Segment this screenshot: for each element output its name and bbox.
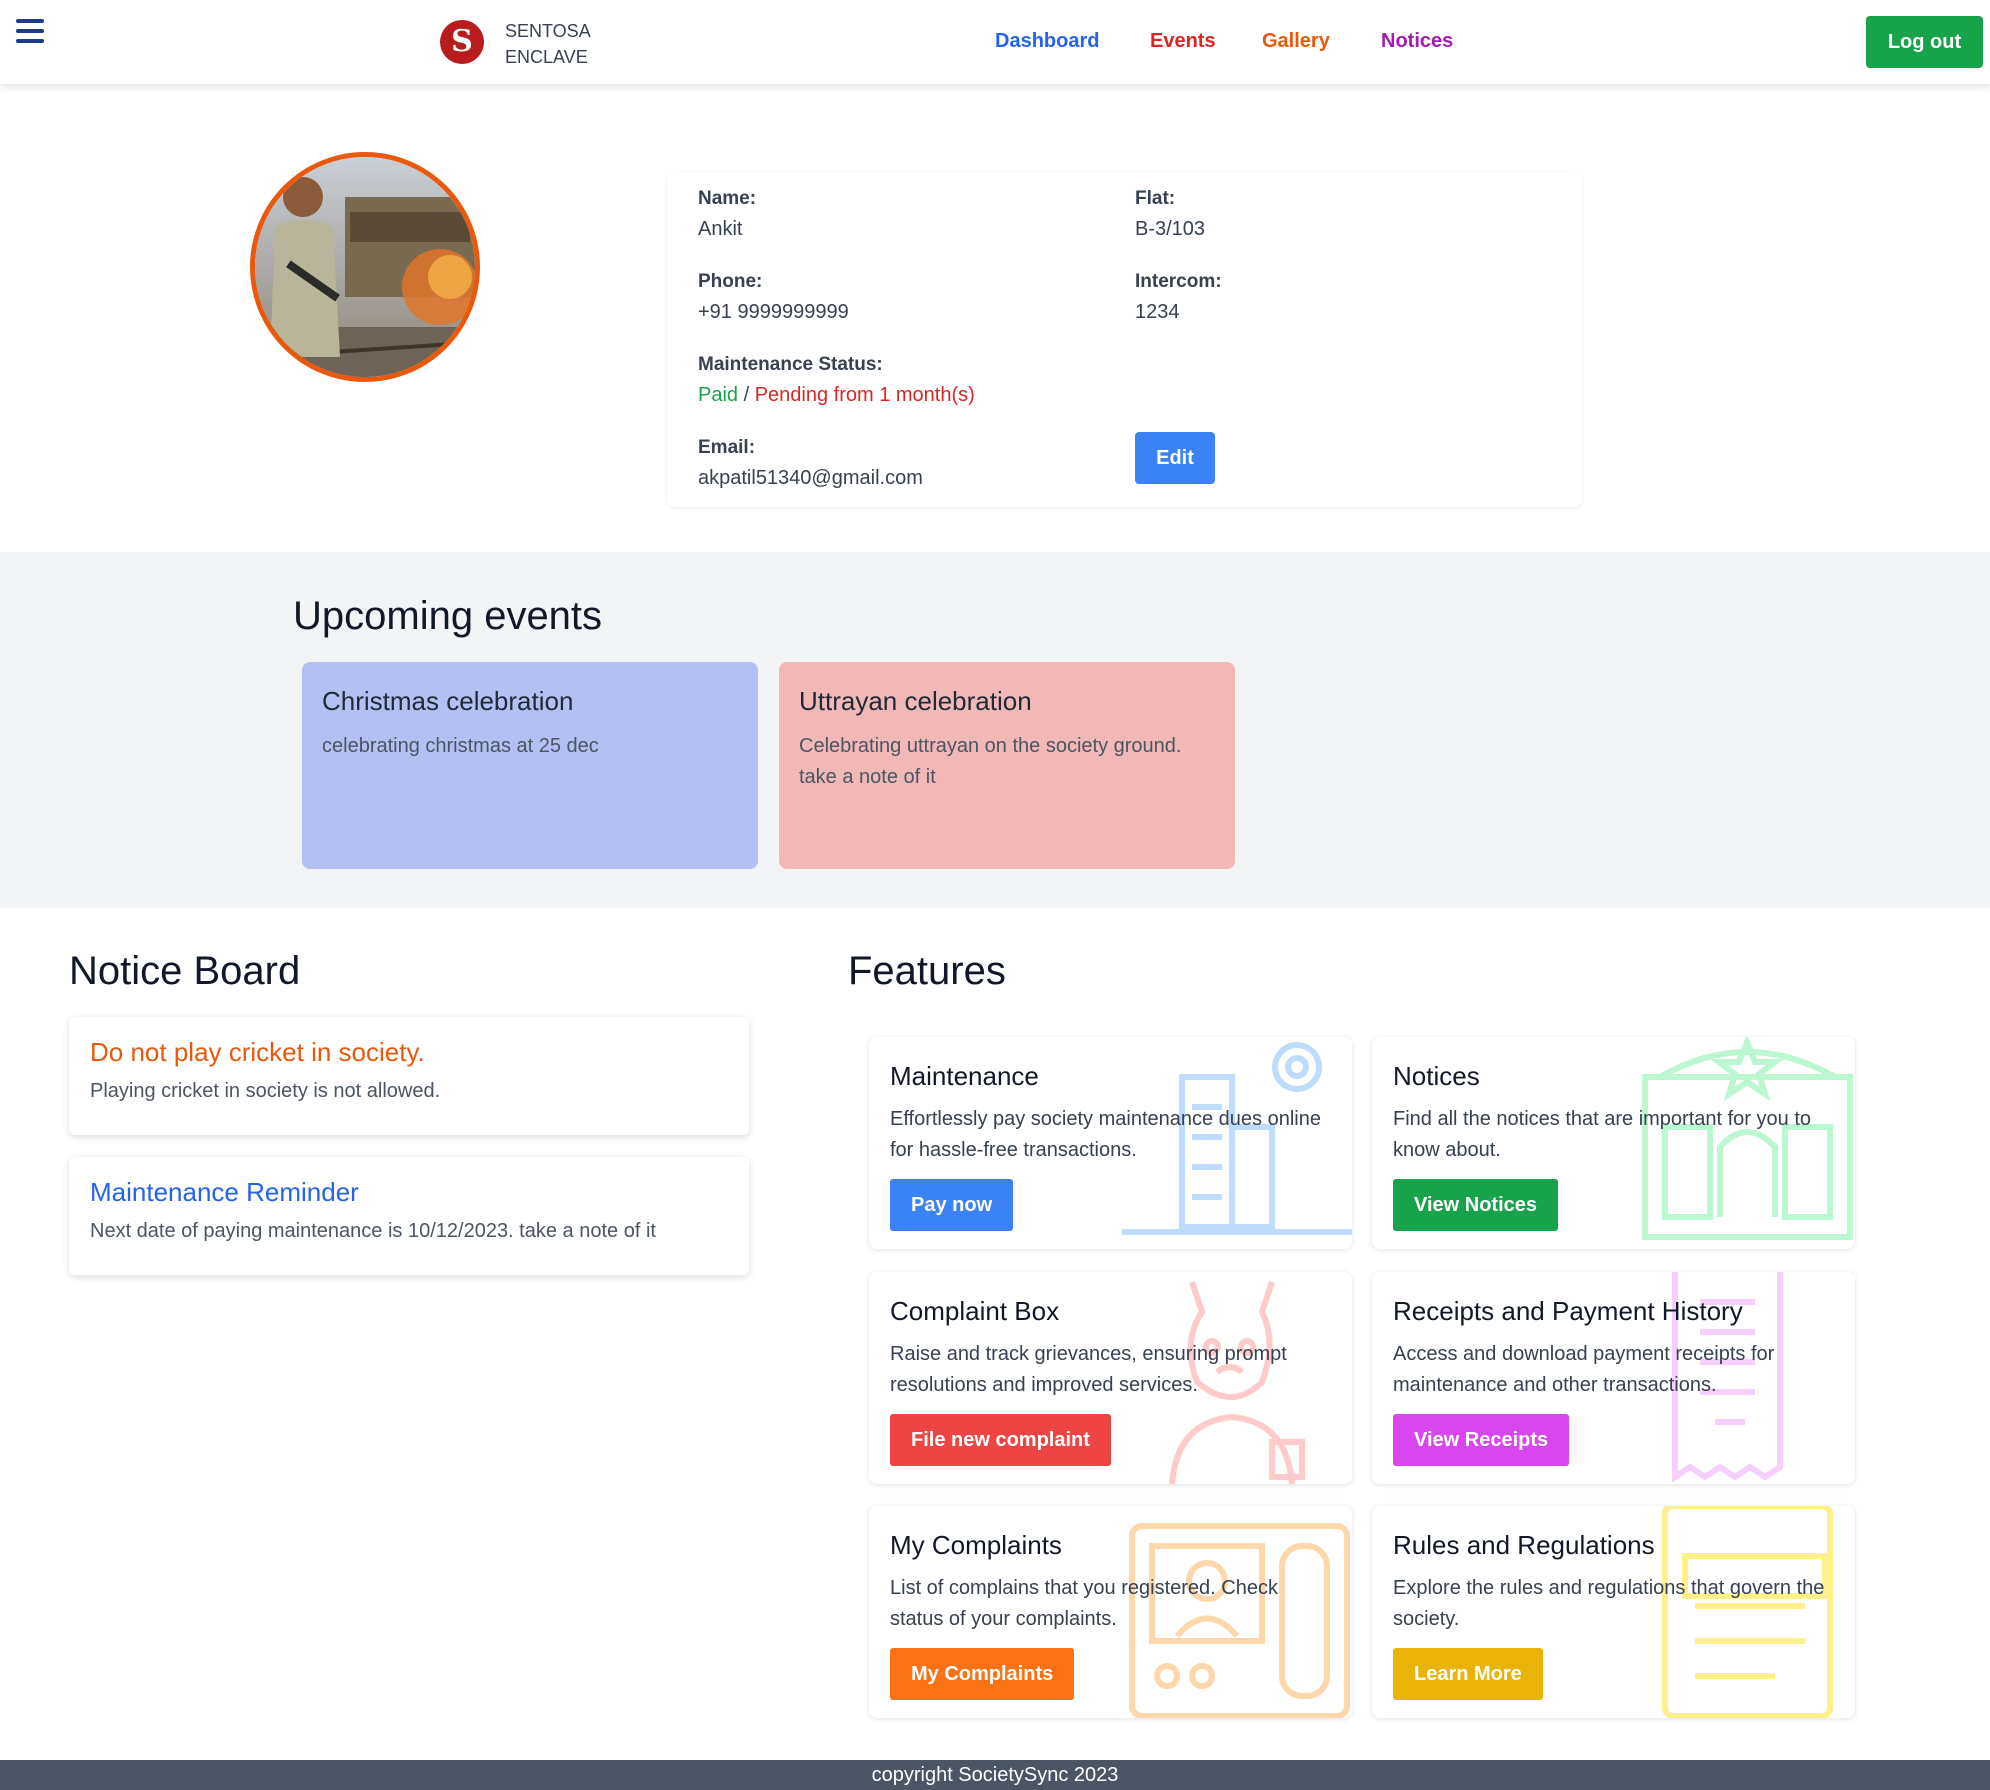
events-title: Upcoming events: [293, 594, 603, 638]
notice-description: Playing cricket in society is not allowe…: [90, 1080, 441, 1102]
hamburger-menu-icon[interactable]: [14, 16, 46, 46]
maintenance-status-label: Maintenance Status:: [698, 354, 883, 375]
notice-board-title: Notice Board: [69, 949, 301, 993]
view-notices-button[interactable]: View Notices: [1393, 1179, 1559, 1231]
logout-button[interactable]: Log out: [1866, 16, 1983, 68]
notice-description: Next date of paying maintenance is 10/12…: [90, 1220, 656, 1242]
intercom-label: Intercom:: [1135, 271, 1222, 292]
event-title: Uttrayan celebration: [799, 686, 1032, 716]
feature-card-notices: Notices Find all the notices that are im…: [1372, 1037, 1855, 1249]
features-title: Features: [848, 949, 1006, 993]
learn-more-button[interactable]: Learn More: [1393, 1648, 1543, 1700]
event-description: celebrating christmas at 25 dec: [322, 735, 599, 757]
maintenance-status-value: Paid / Pending from 1 month(s): [698, 384, 975, 407]
feature-title: Complaint Box: [890, 1296, 1060, 1326]
feature-description: Access and download payment receipts for…: [1393, 1343, 1775, 1396]
nav-gallery[interactable]: Gallery: [1262, 30, 1330, 53]
feature-description: List of complains that you registered. C…: [890, 1577, 1278, 1630]
file-new-complaint-button[interactable]: File new complaint: [890, 1414, 1111, 1466]
notice-title: Do not play cricket in society.: [90, 1037, 425, 1067]
brand-line-1: SENTOSA: [505, 21, 591, 41]
pay-now-button[interactable]: Pay now: [890, 1179, 1014, 1231]
phone-label: Phone:: [698, 271, 763, 292]
feature-description: Explore the rules and regulations that g…: [1393, 1577, 1825, 1630]
feature-title: Rules and Regulations: [1393, 1530, 1655, 1560]
name-label: Name:: [698, 188, 757, 209]
feature-description: Raise and track grievances, ensuring pro…: [890, 1343, 1287, 1396]
brand-name: SENTOSA ENCLAVE: [505, 18, 591, 70]
name-value: Ankit: [698, 218, 743, 240]
society-logo: S: [440, 20, 484, 64]
feature-title: Receipts and Payment History: [1393, 1296, 1743, 1326]
feature-card-complaint-box: Complaint Box Raise and track grievances…: [869, 1272, 1352, 1484]
event-card[interactable]: Christmas celebration celebrating christ…: [302, 662, 758, 869]
event-description: Celebrating uttrayan on the society grou…: [799, 735, 1182, 788]
top-navbar: S SENTOSA ENCLAVE Dashboard Events Galle…: [0, 0, 1990, 84]
profile-avatar: [250, 152, 480, 382]
flat-value: B-3/103: [1135, 218, 1206, 240]
maintenance-paid: Paid: [698, 384, 739, 406]
edit-profile-button[interactable]: Edit: [1135, 432, 1215, 484]
feature-title: Notices: [1393, 1061, 1480, 1091]
profile-card: [667, 172, 1582, 507]
feature-description: Find all the notices that are important …: [1393, 1108, 1811, 1161]
notice-title: Maintenance Reminder: [90, 1177, 359, 1207]
avatar-image: [255, 157, 475, 377]
nav-dashboard[interactable]: Dashboard: [995, 30, 1099, 53]
feature-description: Effortlessly pay society maintenance due…: [890, 1108, 1321, 1161]
email-value: akpatil51340@gmail.com: [698, 467, 923, 489]
feature-card-my-complaints: My Complaints List of complains that you…: [869, 1506, 1352, 1718]
my-complaints-button[interactable]: My Complaints: [890, 1648, 1075, 1700]
notice-card[interactable]: Do not play cricket in society. Playing …: [69, 1017, 749, 1135]
maintenance-separator: /: [738, 384, 755, 406]
brand-line-2: ENCLAVE: [505, 47, 588, 67]
email-label: Email:: [698, 437, 756, 458]
nav-notices[interactable]: Notices: [1381, 30, 1453, 53]
phone-value: +91 9999999999: [698, 301, 849, 323]
feature-title: My Complaints: [890, 1530, 1062, 1560]
feature-title: Maintenance: [890, 1061, 1039, 1091]
notice-card[interactable]: Maintenance Reminder Next date of paying…: [69, 1157, 749, 1275]
flat-label: Flat:: [1135, 188, 1176, 209]
footer: copyright SocietySync 2023: [0, 1760, 1990, 1790]
feature-card-rules: Rules and Regulations Explore the rules …: [1372, 1506, 1855, 1718]
feature-card-receipts: Receipts and Payment History Access and …: [1372, 1272, 1855, 1484]
maintenance-pending: Pending from 1 month(s): [754, 384, 975, 406]
event-card[interactable]: Uttrayan celebration Celebrating uttraya…: [779, 662, 1235, 869]
event-title: Christmas celebration: [322, 686, 574, 716]
intercom-value: 1234: [1135, 301, 1180, 323]
nav-events[interactable]: Events: [1150, 30, 1216, 53]
feature-card-maintenance: Maintenance Effortlessly pay society mai…: [869, 1037, 1352, 1249]
footer-copyright: copyright SocietySync 2023: [871, 1764, 1119, 1786]
view-receipts-button[interactable]: View Receipts: [1393, 1414, 1570, 1466]
